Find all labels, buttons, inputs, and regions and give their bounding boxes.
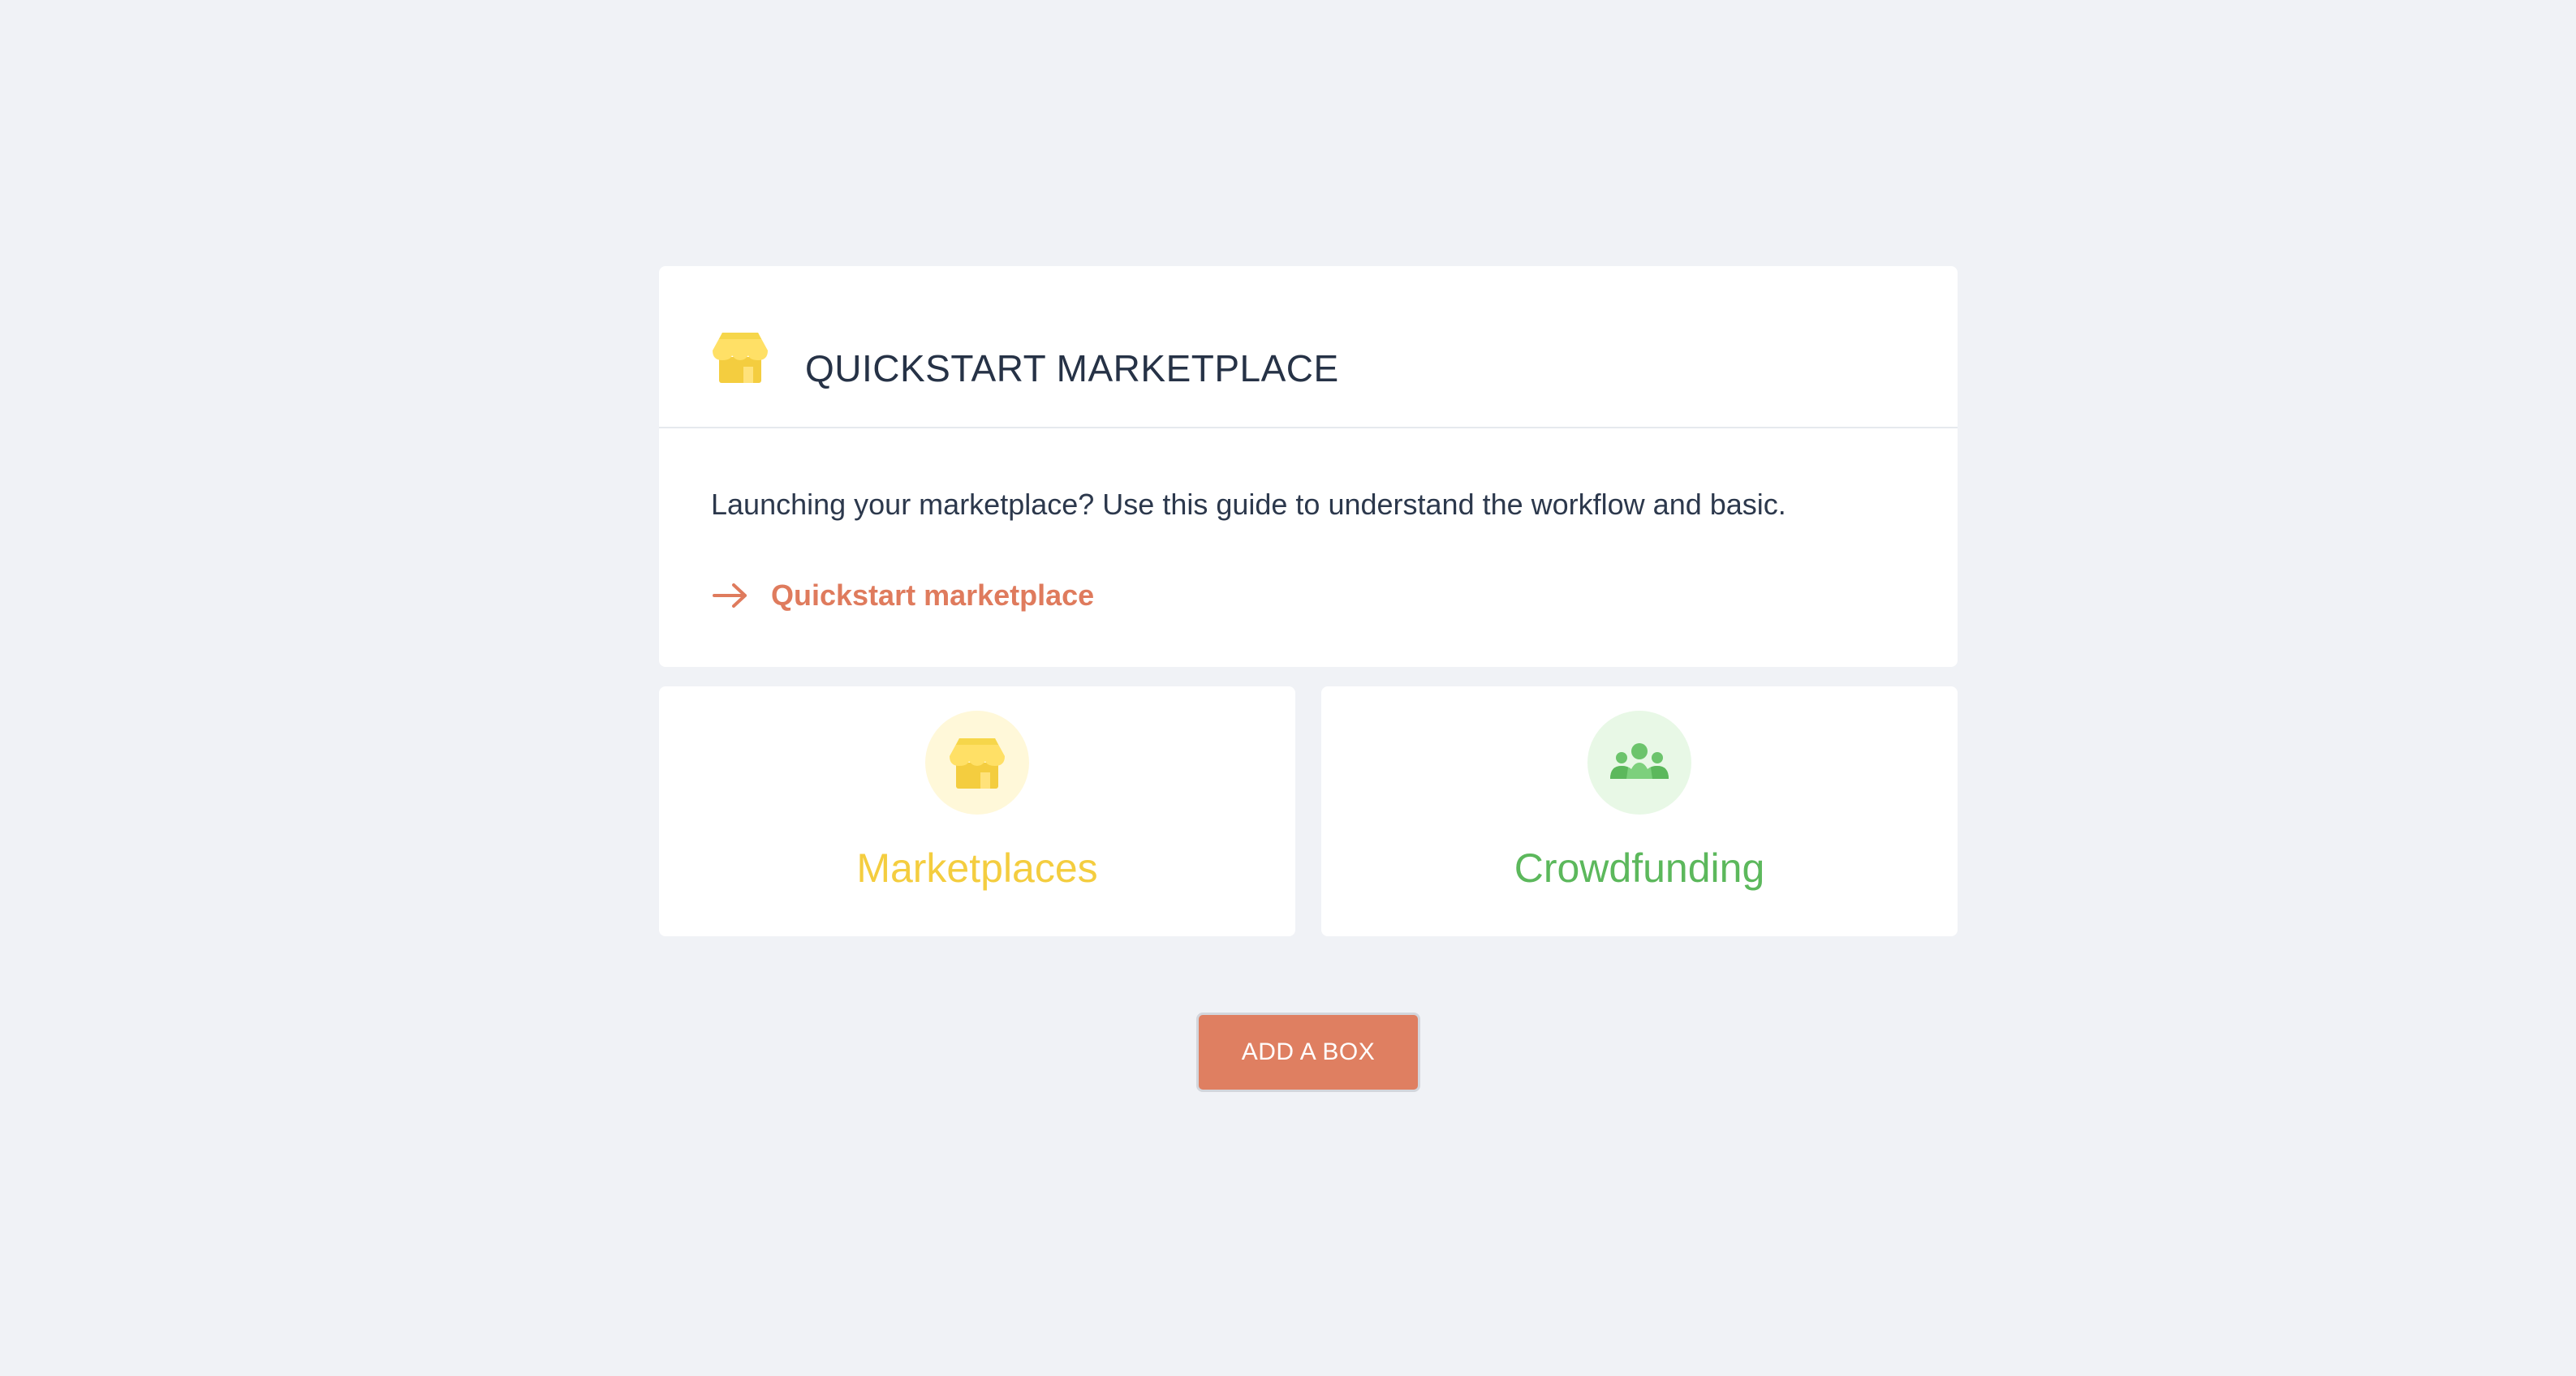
crowdfunding-label: Crowdfunding: [1514, 845, 1765, 891]
category-tiles: Marketplaces Crowdfunding: [659, 686, 1958, 936]
quickstart-marketplace-link[interactable]: Quickstart marketplace: [711, 574, 1094, 617]
quickstart-description: Launching your marketplace? Use this gui…: [711, 488, 1786, 521]
group-icon: [1610, 743, 1669, 779]
crowdfunding-icon-badge: [1587, 711, 1691, 815]
shop-icon: [713, 333, 768, 383]
arrow-right-icon: [713, 583, 747, 608]
marketplaces-label: Marketplaces: [856, 845, 1098, 891]
marketplaces-tile[interactable]: Marketplaces: [659, 686, 1295, 936]
content-area: QUICKSTART MARKETPLACE Launching your ma…: [659, 266, 1958, 1092]
shop-icon: [950, 738, 1005, 789]
quickstart-card-header: QUICKSTART MARKETPLACE: [659, 266, 1958, 428]
quickstart-card: QUICKSTART MARKETPLACE Launching your ma…: [659, 266, 1958, 667]
quickstart-title: QUICKSTART MARKETPLACE: [805, 347, 1339, 389]
crowdfunding-tile[interactable]: Crowdfunding: [1321, 686, 1958, 936]
quickstart-link-label: Quickstart marketplace: [771, 578, 1095, 612]
add-a-box-button[interactable]: ADD A BOX: [1196, 1013, 1420, 1092]
marketplaces-icon-badge: [925, 711, 1029, 815]
